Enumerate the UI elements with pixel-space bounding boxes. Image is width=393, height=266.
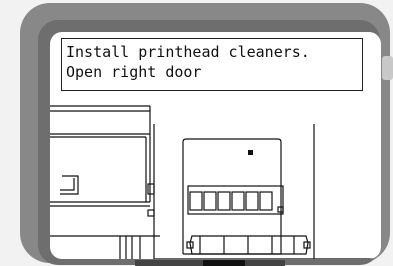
printer-illustration: [50, 105, 380, 259]
message-box: Install printhead cleaners. Open right d…: [61, 38, 363, 91]
message-line-2: Open right door: [66, 63, 202, 81]
bottom-bar-slot: [203, 260, 245, 266]
bottom-bar: [135, 260, 285, 266]
lcd-screen: Install printhead cleaners. Open right d…: [50, 32, 381, 259]
door-indicator-dot: [248, 150, 253, 155]
message-line-1: Install printhead cleaners.: [66, 43, 310, 61]
side-tab: [382, 56, 393, 80]
